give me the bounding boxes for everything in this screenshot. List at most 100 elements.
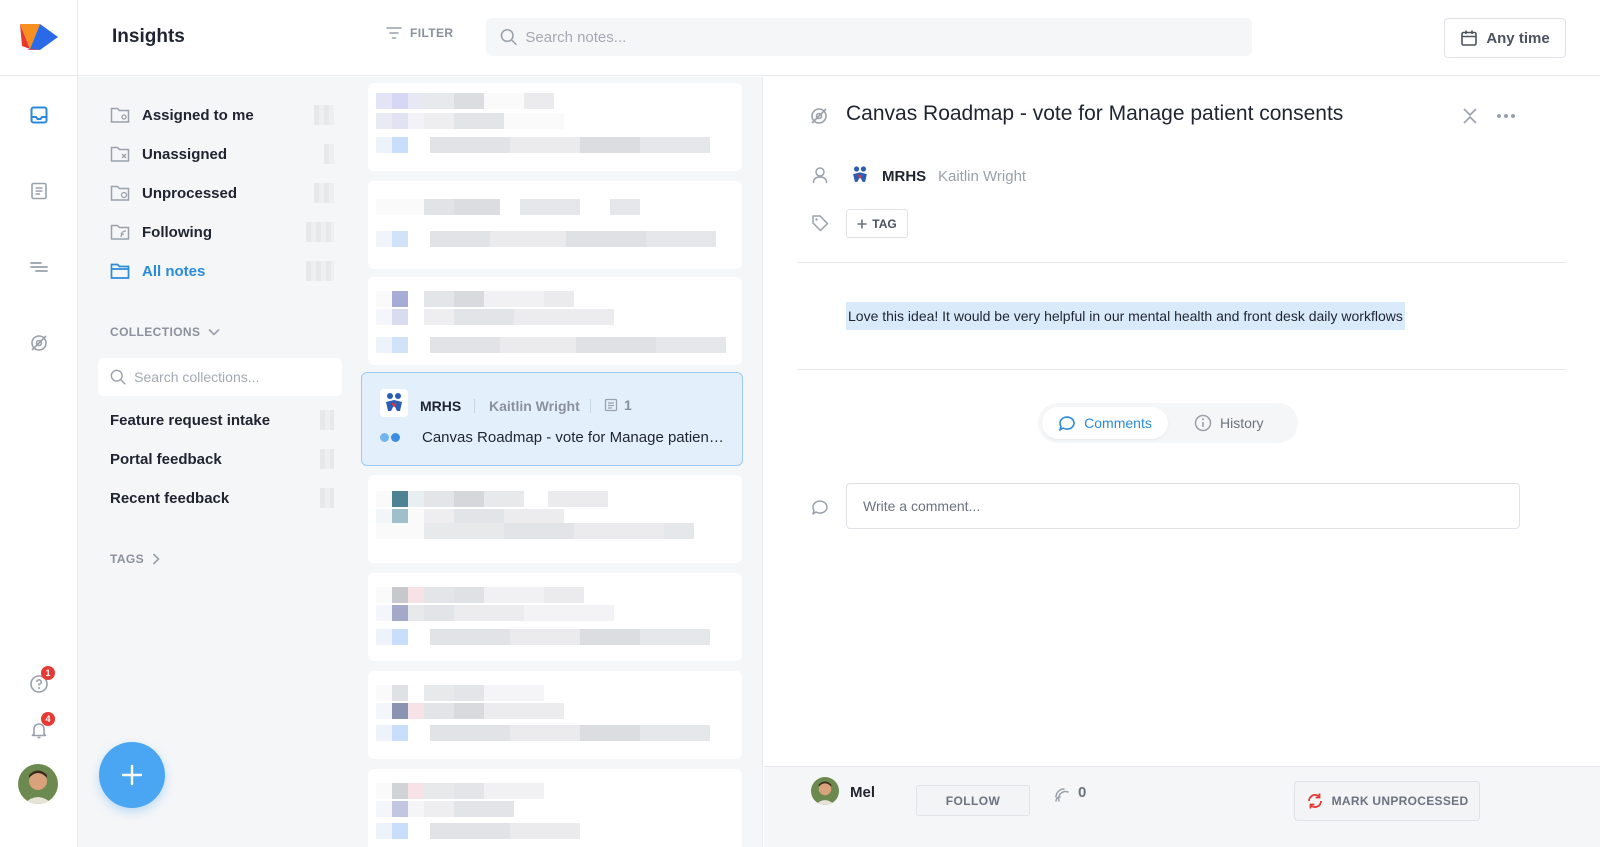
plus-icon: [121, 764, 143, 786]
notes-search-box[interactable]: [486, 18, 1252, 56]
blurred-content: [376, 309, 614, 325]
separator: [474, 399, 475, 413]
tab-label: Comments: [1084, 415, 1152, 431]
note-card[interactable]: [368, 181, 742, 269]
footer-user-name[interactable]: Mel: [850, 784, 875, 801]
detail-org[interactable]: MRHS: [882, 168, 926, 185]
collection-count: [320, 488, 334, 508]
blurred-content: [376, 605, 614, 621]
filter-button[interactable]: FILTER: [386, 26, 454, 40]
help-badge: 1: [41, 666, 55, 680]
note-card[interactable]: [368, 475, 742, 563]
filter-icon: [386, 27, 402, 39]
rail-roadmap-button[interactable]: [21, 249, 57, 285]
nav-count: [306, 261, 334, 281]
add-note-button[interactable]: [99, 742, 165, 808]
collapse-button[interactable]: [1459, 105, 1481, 127]
date-filter-button[interactable]: Any time: [1444, 18, 1566, 58]
divider: [798, 262, 1566, 263]
help-button[interactable]: 1: [21, 666, 57, 702]
footer-avatar[interactable]: [811, 777, 839, 805]
add-tag-label: TAG: [872, 216, 897, 231]
blurred-content: [376, 725, 710, 741]
rail-portal-button[interactable]: [21, 325, 57, 361]
nav-label: All notes: [142, 262, 206, 280]
nav-all-notes[interactable]: All notes: [110, 255, 340, 287]
collection-item[interactable]: Recent feedback: [110, 484, 340, 512]
collections-section-toggle[interactable]: COLLECTIONS: [110, 325, 220, 339]
collection-item[interactable]: Feature request intake: [110, 406, 340, 434]
org-logo: [848, 163, 872, 187]
note-detail-title[interactable]: Canvas Roadmap - vote for Manage patient…: [846, 102, 1343, 126]
rail-insights-button[interactable]: [21, 97, 57, 133]
notifications-button[interactable]: 4: [21, 712, 57, 748]
note-card[interactable]: [368, 671, 742, 759]
app-logo[interactable]: [0, 0, 78, 76]
note-card[interactable]: [368, 573, 742, 661]
nav-following[interactable]: Following: [110, 216, 340, 248]
more-horizontal-icon: [1497, 114, 1515, 118]
collections-search-box[interactable]: [98, 358, 342, 396]
comment-input[interactable]: [863, 498, 1519, 514]
collections-search-input[interactable]: [134, 369, 342, 385]
blurred-content: [376, 491, 608, 507]
refresh-icon: [1307, 793, 1322, 809]
note-card[interactable]: [368, 769, 742, 847]
tags-title: TAGS: [110, 552, 145, 566]
search-icon: [110, 369, 126, 385]
blurred-content: [376, 685, 544, 701]
blurred-content: [376, 291, 574, 307]
detail-footer: Mel FOLLOW 0 MARK UNPROCESSED: [764, 766, 1600, 847]
detail-tabs: Comments History: [1038, 403, 1298, 443]
blurred-content: [376, 783, 544, 799]
mark-unprocessed-button[interactable]: MARK UNPROCESSED: [1294, 781, 1480, 821]
comment-icon: [1059, 415, 1075, 431]
note-body[interactable]: Love this idea! It would be very helpful…: [846, 302, 1405, 330]
nav-label: Unprocessed: [142, 184, 238, 202]
detail-user[interactable]: Kaitlin Wright: [938, 168, 1026, 185]
add-tag-button[interactable]: TAG: [846, 209, 908, 238]
blurred-content: [376, 523, 694, 539]
more-options-button[interactable]: [1494, 105, 1518, 127]
follow-button[interactable]: FOLLOW: [916, 785, 1030, 816]
tags-section-toggle[interactable]: TAGS: [110, 552, 160, 566]
blurred-content: [376, 137, 710, 153]
blurred-content: [376, 113, 564, 129]
note-card-selected[interactable]: MRHS Kaitlin Wright 1 Canvas Roadmap - v…: [361, 372, 743, 466]
tab-history[interactable]: History: [1194, 407, 1264, 439]
nav-label: Assigned to me: [142, 106, 254, 124]
divider: [798, 369, 1566, 370]
tab-comments[interactable]: Comments: [1042, 407, 1168, 439]
nav-label: Unassigned: [142, 145, 228, 163]
note-org: MRHS: [420, 398, 462, 414]
collection-item[interactable]: Portal feedback: [110, 445, 340, 473]
folder-x-icon: [110, 146, 130, 162]
collection-count: [320, 410, 334, 430]
comment-icon: [810, 497, 830, 517]
note-card[interactable]: [368, 83, 742, 171]
tag-icon: [810, 213, 830, 233]
blurred-content: [376, 823, 580, 839]
app-rail: 1 4: [0, 0, 78, 847]
collections-title: COLLECTIONS: [110, 325, 201, 339]
rail-notes-button[interactable]: [21, 173, 57, 209]
comment-box[interactable]: [846, 483, 1520, 529]
notes-search-input[interactable]: [525, 28, 1252, 46]
eye-slash-icon: [808, 105, 830, 127]
mark-unprocessed-label: MARK UNPROCESSED: [1331, 794, 1469, 808]
blurred-content: [376, 337, 726, 353]
note-user: Kaitlin Wright: [489, 398, 580, 414]
nav-unprocessed[interactable]: Unprocessed: [110, 177, 340, 209]
nav-assigned-to-me[interactable]: Assigned to me: [110, 99, 340, 131]
user-icon: [810, 165, 830, 185]
note-card[interactable]: [368, 277, 742, 365]
nav-count: [314, 105, 334, 125]
inbox-icon: [30, 106, 48, 124]
user-avatar[interactable]: [18, 764, 58, 804]
nav-unassigned[interactable]: Unassigned: [110, 138, 340, 170]
notes-list: MRHS Kaitlin Wright 1 Canvas Roadmap - v…: [360, 77, 763, 847]
nav-count: [314, 183, 334, 203]
search-icon: [500, 28, 517, 46]
eye-slash-icon: [31, 335, 47, 351]
folder-follow-icon: [110, 224, 130, 240]
